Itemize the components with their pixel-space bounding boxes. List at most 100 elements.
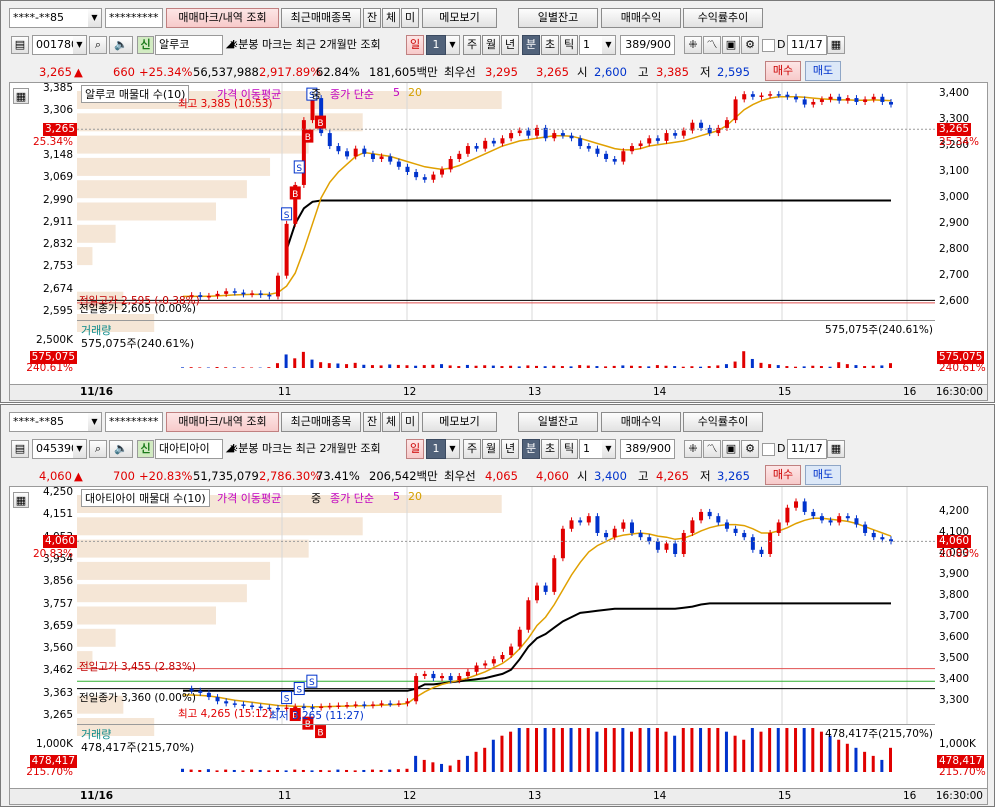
chevron-down-icon[interactable]: ▼ (73, 439, 87, 459)
sell-button[interactable]: 매도 (805, 465, 841, 485)
period-week-button[interactable]: 주 (463, 35, 481, 55)
period-second-button[interactable]: 초 (541, 439, 559, 459)
stock-code-input[interactable]: 001780 (32, 35, 74, 55)
stock-code-input[interactable]: 045390 (32, 439, 74, 459)
change-arrow: ▲ (74, 65, 83, 79)
volume-bar (440, 364, 444, 368)
daily-balance-button[interactable]: 일별잔고 (518, 412, 598, 432)
date-input[interactable]: 11/17 (787, 35, 827, 55)
interval-input[interactable]: 1 (579, 35, 603, 55)
save-icon[interactable]: ▣ (722, 36, 740, 54)
gear-icon[interactable]: ⚙ (741, 440, 759, 458)
candle-body (845, 516, 850, 519)
date-input[interactable]: 11/17 (787, 439, 827, 459)
interval-input[interactable]: 1 (579, 439, 603, 459)
trade-mark-button[interactable]: 매매마크/내역 조회 (166, 8, 279, 28)
right-axis-label: 2,600 (939, 294, 970, 307)
bar-count-field[interactable]: 389/900 (620, 439, 675, 459)
chart-settings-icon[interactable]: ▦ (13, 492, 29, 508)
recent-trades-button[interactable]: 최근매매종목 (281, 412, 361, 432)
volume-bar (232, 769, 236, 772)
trade-profit-button[interactable]: 매매수익 (601, 412, 681, 432)
chevron-down-icon[interactable]: ▼ (88, 412, 102, 432)
period-number-select[interactable]: 1 (426, 439, 446, 459)
search-icon[interactable]: ⌕ (89, 36, 107, 54)
return-trend-button[interactable]: 수익률추이 (683, 412, 763, 432)
period-day-button[interactable]: 일 (406, 439, 424, 459)
trade-mark-button[interactable]: 매매마크/내역 조회 (166, 412, 279, 432)
mi-button[interactable]: 미 (401, 412, 419, 432)
volume-bar (310, 770, 314, 772)
password-field[interactable]: ********* (105, 8, 163, 28)
bar-count-field[interactable]: 389/900 (620, 35, 675, 55)
high-price: 4,265 (656, 469, 689, 483)
trade-profit-button[interactable]: 매매수익 (601, 8, 681, 28)
period-minute-button[interactable]: 분 (522, 35, 540, 55)
search-icon[interactable]: ⌕ (89, 440, 107, 458)
crosshair-icon[interactable]: ⁜ (684, 36, 702, 54)
chart-area[interactable]: ▦ 3,3853,3063,2273,1483,0692,9902,9112,8… (9, 82, 988, 385)
line-draw-icon[interactable]: 〽 (703, 440, 721, 458)
volume-bar (267, 367, 271, 368)
calendar-icon[interactable]: ▦ (827, 36, 845, 54)
che-button[interactable]: 체 (382, 8, 400, 28)
jan-button[interactable]: 잔 (363, 8, 381, 28)
sell-button[interactable]: 매도 (805, 61, 841, 81)
save-icon[interactable]: ▣ (722, 440, 740, 458)
memo-button[interactable]: 메모보기 (422, 412, 497, 432)
mi-button[interactable]: 미 (401, 8, 419, 28)
chart-area[interactable]: ▦ 4,2504,1514,0533,9543,8563,7573,6593,5… (9, 486, 988, 789)
account-select[interactable]: ****-**85 (9, 412, 89, 432)
chevron-down-icon[interactable]: ▼ (446, 35, 460, 55)
volume-bar (716, 728, 720, 772)
candle-body (500, 138, 505, 144)
date-checkbox[interactable] (762, 39, 775, 52)
trade-marker-label: B (317, 119, 323, 129)
period-week-button[interactable]: 주 (463, 439, 481, 459)
candle-body (215, 293, 220, 296)
candle-body (483, 663, 488, 666)
time-axis: 16:30:00 11/16 11 12 13 14 15 16 (9, 789, 988, 805)
chevron-down-icon[interactable]: ▼ (602, 35, 616, 55)
chart-settings-icon[interactable]: ▦ (13, 88, 29, 104)
speaker-icon[interactable]: 🔈 (109, 36, 133, 54)
period-second-button[interactable]: 초 (541, 35, 559, 55)
layout-icon[interactable]: ▤ (11, 36, 29, 54)
layout-icon[interactable]: ▤ (11, 440, 29, 458)
volume-bar (690, 366, 694, 368)
period-year-button[interactable]: 년 (501, 35, 519, 55)
speaker-icon[interactable]: 🔈 (109, 440, 133, 458)
period-tick-button[interactable]: 틱 (560, 439, 578, 459)
period-minute-button[interactable]: 분 (522, 439, 540, 459)
line-draw-icon[interactable]: 〽 (703, 36, 721, 54)
buy-button[interactable]: 매수 (765, 61, 801, 81)
calendar-icon[interactable]: ▦ (827, 440, 845, 458)
chevron-down-icon[interactable]: ▼ (602, 439, 616, 459)
candle-body (388, 156, 393, 162)
volume-bar (181, 768, 184, 772)
period-number-select[interactable]: 1 (426, 35, 446, 55)
period-month-button[interactable]: 월 (482, 439, 500, 459)
memo-button[interactable]: 메모보기 (422, 8, 497, 28)
jan-button[interactable]: 잔 (363, 412, 381, 432)
return-trend-button[interactable]: 수익률추이 (683, 8, 763, 28)
date-checkbox[interactable] (762, 443, 775, 456)
daily-balance-button[interactable]: 일별잔고 (518, 8, 598, 28)
account-select[interactable]: ****-**85 (9, 8, 89, 28)
buy-button[interactable]: 매수 (765, 465, 801, 485)
period-month-button[interactable]: 월 (482, 35, 500, 55)
password-field[interactable]: ********* (105, 412, 163, 432)
chart-panel: ****-**85 ▼ ********* 매매마크/내역 조회 최근매매종목 … (0, 404, 995, 807)
che-button[interactable]: 체 (382, 412, 400, 432)
crosshair-icon[interactable]: ⁜ (684, 440, 702, 458)
gear-icon[interactable]: ⚙ (741, 36, 759, 54)
chevron-down-icon[interactable]: ▼ (88, 8, 102, 28)
chevron-down-icon[interactable]: ▼ (73, 35, 87, 55)
chevron-down-icon[interactable]: ▼ (446, 439, 460, 459)
recent-trades-button[interactable]: 최근매매종목 (281, 8, 361, 28)
period-tick-button[interactable]: 틱 (560, 35, 578, 55)
volume-note: 478,417주(215,70%) (81, 741, 195, 754)
period-year-button[interactable]: 년 (501, 439, 519, 459)
volume-bar (284, 770, 288, 772)
period-day-button[interactable]: 일 (406, 35, 424, 55)
